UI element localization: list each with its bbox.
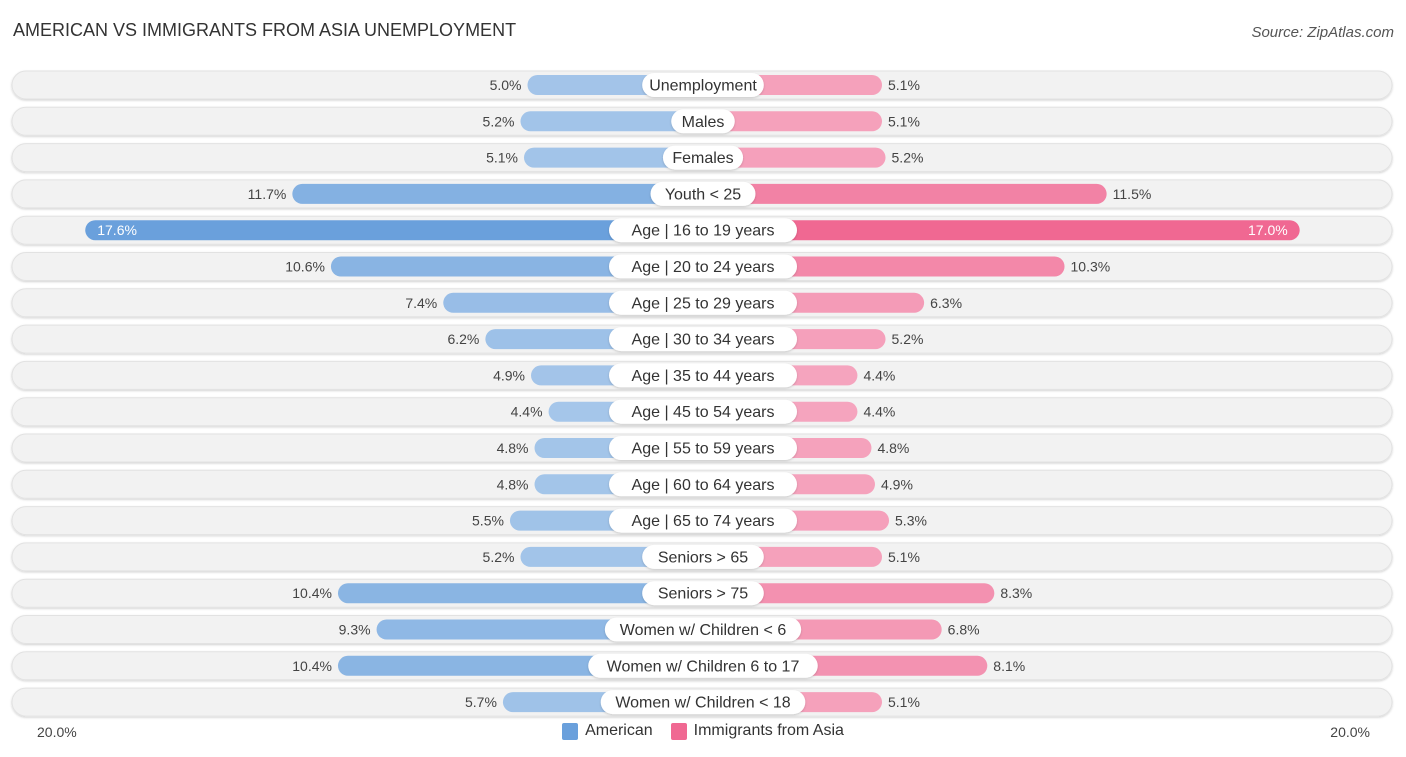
chart-row: 4.8% 4.9% Age | 60 to 64 years bbox=[11, 469, 1393, 499]
legend-label-immigrants: Immigrants from Asia bbox=[693, 722, 844, 739]
value-label-american: 11.7% bbox=[248, 186, 287, 202]
chart-row: 11.7% 11.5% Youth < 25 bbox=[11, 179, 1393, 209]
chart-row: 5.0% 5.1% Unemployment bbox=[11, 70, 1393, 100]
chart-row: 4.4% 4.4% Age | 45 to 54 years bbox=[11, 397, 1393, 427]
chart-row: 5.5% 5.3% Age | 65 to 74 years bbox=[11, 506, 1393, 536]
value-label-american: 9.3% bbox=[339, 622, 371, 638]
value-label-immigrants: 17.0% bbox=[1248, 222, 1288, 238]
category-label: Males bbox=[682, 114, 725, 131]
value-label-immigrants: 5.1% bbox=[888, 549, 920, 565]
category-label: Age | 25 to 29 years bbox=[632, 295, 775, 312]
value-label-immigrants: 5.1% bbox=[888, 694, 920, 710]
value-label-american: 10.4% bbox=[292, 585, 332, 601]
chart-row: 5.2% 5.1% Males bbox=[11, 106, 1393, 136]
value-label-immigrants: 5.1% bbox=[888, 113, 920, 129]
value-label-american: 5.2% bbox=[483, 113, 515, 129]
value-label-american: 5.5% bbox=[472, 513, 504, 529]
category-label: Age | 45 to 54 years bbox=[632, 404, 775, 421]
value-label-american: 4.8% bbox=[497, 476, 529, 492]
value-label-immigrants: 4.4% bbox=[863, 367, 895, 383]
category-label: Age | 30 to 34 years bbox=[632, 332, 775, 349]
value-label-american: 10.4% bbox=[292, 658, 332, 674]
value-label-american: 5.1% bbox=[486, 150, 518, 166]
value-label-immigrants: 10.3% bbox=[1071, 259, 1111, 275]
value-label-american: 4.4% bbox=[511, 404, 543, 420]
value-label-immigrants: 6.3% bbox=[930, 295, 962, 311]
legend-item-immigrants: Immigrants from Asia bbox=[670, 722, 844, 740]
chart-row: 7.4% 6.3% Age | 25 to 29 years bbox=[11, 288, 1393, 318]
bar-american bbox=[292, 183, 703, 204]
value-label-immigrants: 8.1% bbox=[993, 658, 1025, 674]
value-label-american: 7.4% bbox=[405, 295, 437, 311]
category-label: Unemployment bbox=[649, 78, 757, 95]
value-label-immigrants: 4.8% bbox=[877, 440, 909, 456]
value-label-immigrants: 5.2% bbox=[892, 150, 924, 166]
value-label-american: 10.6% bbox=[285, 259, 325, 275]
value-label-immigrants: 5.3% bbox=[895, 513, 927, 529]
category-label: Youth < 25 bbox=[665, 186, 741, 203]
category-label: Age | 20 to 24 years bbox=[632, 259, 775, 276]
category-label: Age | 60 to 64 years bbox=[632, 477, 775, 494]
value-label-immigrants: 5.1% bbox=[888, 77, 920, 93]
chart-row: 5.1% 5.2% Females bbox=[11, 143, 1393, 173]
value-label-immigrants: 11.5% bbox=[1113, 186, 1152, 202]
value-label-immigrants: 6.8% bbox=[948, 622, 980, 638]
chart-row: 17.6% 17.0% Age | 16 to 19 years bbox=[11, 215, 1393, 245]
bar-immigrants bbox=[703, 183, 1107, 204]
chart-row: 10.6% 10.3% Age | 20 to 24 years bbox=[11, 252, 1393, 281]
category-label: Age | 16 to 19 years bbox=[632, 223, 775, 240]
category-label: Seniors > 65 bbox=[658, 549, 748, 566]
category-label: Age | 65 to 74 years bbox=[632, 513, 775, 530]
legend-label-american: American bbox=[585, 722, 653, 739]
chart-row: 4.9% 4.4% Age | 35 to 44 years bbox=[11, 360, 1393, 390]
value-label-immigrants: 4.9% bbox=[881, 476, 913, 492]
category-label: Females bbox=[672, 150, 733, 167]
chart-row: 9.3% 6.8% Women w/ Children < 6 bbox=[11, 615, 1393, 644]
category-label: Women w/ Children < 18 bbox=[615, 695, 790, 712]
value-label-immigrants: 8.3% bbox=[1000, 585, 1032, 601]
chart-plot: 5.0% 5.1%Unemployment5.2% 5.1%Males5.1% 5.2… bbox=[11, 70, 1393, 717]
legend-swatch-american bbox=[562, 722, 579, 740]
value-label-american: 5.2% bbox=[483, 549, 515, 565]
value-label-american: 4.8% bbox=[497, 440, 529, 456]
value-label-immigrants: 5.2% bbox=[892, 331, 924, 347]
category-label: Women w/ Children < 6 bbox=[620, 622, 787, 639]
chart-row: 5.7% 5.1% Women w/ Children < 18 bbox=[11, 687, 1393, 717]
value-label-american: 6.2% bbox=[447, 331, 479, 347]
chart-row: 10.4% 8.1% Women w/ Children 6 to 17 bbox=[11, 651, 1393, 681]
value-label-american: 4.9% bbox=[493, 367, 525, 383]
chart-row: 10.4% 8.3% Seniors > 75 bbox=[11, 578, 1393, 608]
legend-item-american: American bbox=[562, 722, 653, 740]
chart-row: 5.2% 5.1% Seniors > 65 bbox=[11, 542, 1393, 572]
category-label: Women w/ Children 6 to 17 bbox=[607, 658, 800, 675]
chart-row: 6.2% 5.2% Age | 30 to 34 years bbox=[11, 324, 1393, 354]
legend-swatch-immigrants bbox=[670, 722, 687, 740]
category-label: Age | 55 to 59 years bbox=[632, 441, 775, 458]
category-label: Age | 35 to 44 years bbox=[632, 368, 775, 385]
category-label: Seniors > 75 bbox=[658, 586, 748, 603]
value-label-american: 5.7% bbox=[465, 694, 497, 710]
value-label-american: 5.0% bbox=[490, 77, 522, 93]
legend: American Immigrants from Asia bbox=[0, 722, 1406, 740]
value-label-immigrants: 4.4% bbox=[863, 404, 895, 420]
value-label-american: 17.6% bbox=[97, 222, 137, 238]
chart-row: 4.8% 4.8% Age | 55 to 59 years bbox=[11, 433, 1393, 463]
